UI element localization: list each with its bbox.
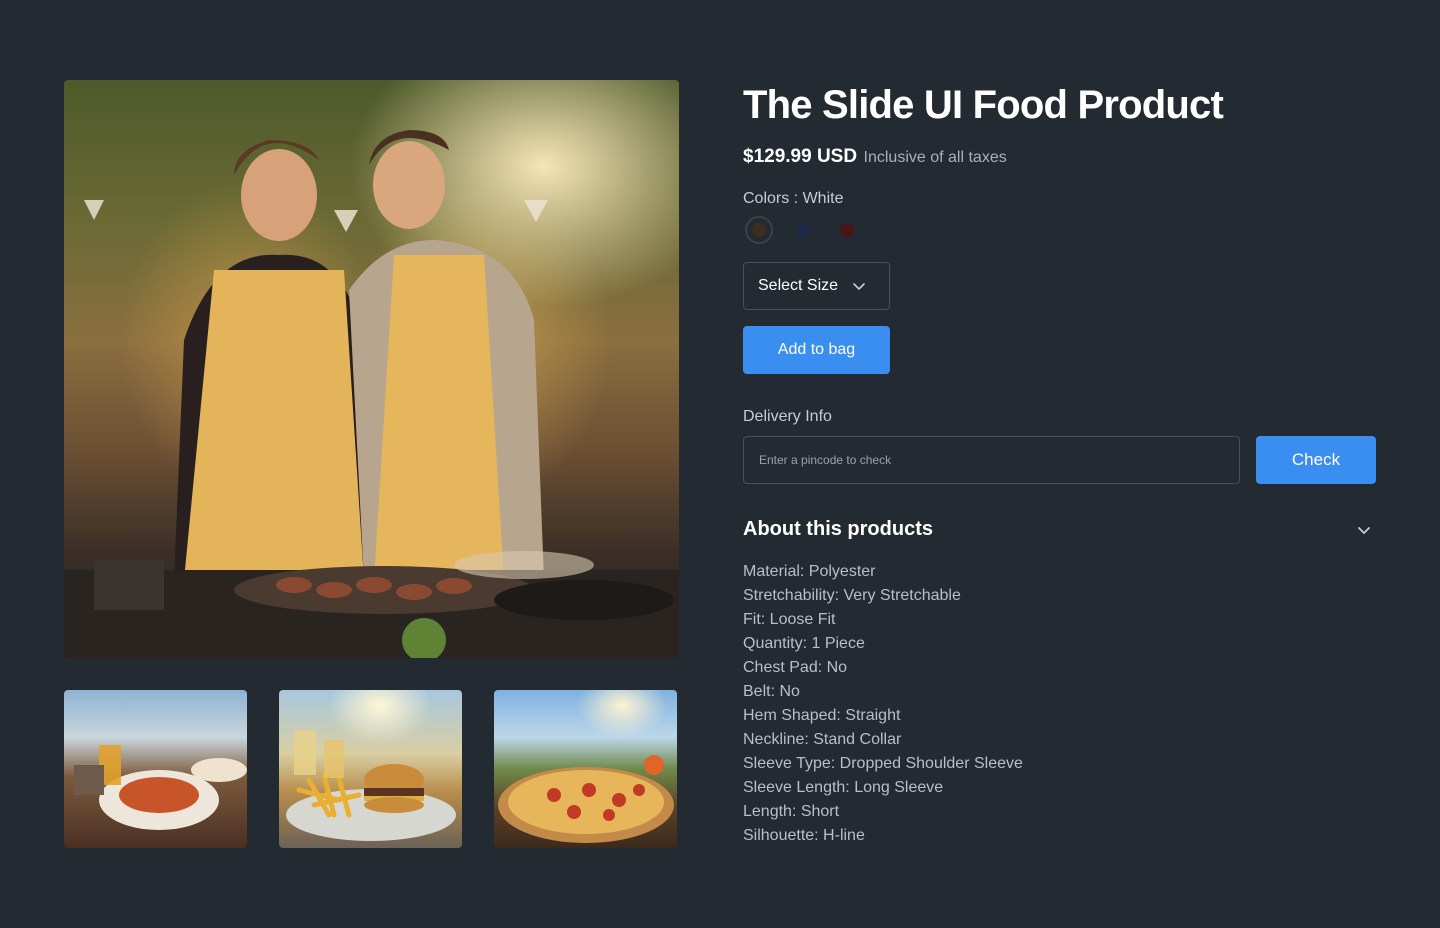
spec-item: Sleeve Length: Long Sleeve [743,779,944,796]
product-price: $129.99 USD [743,146,858,167]
color-swatch-maroon[interactable] [833,216,861,244]
chevron-down-icon [853,283,865,290]
spec-item: Belt: No [743,683,800,700]
product-page: The Slide UI Food Product $129.99 USD In… [0,0,1440,928]
price-row: $129.99 USD Inclusive of all taxes [743,146,1007,168]
spec-item: Neckline: Stand Collar [743,731,902,748]
color-swatch-navy[interactable] [789,216,817,244]
spec-item: Material: Polyester [743,563,876,580]
size-select-label: Select Size [758,277,839,294]
pincode-input[interactable] [743,436,1240,484]
chevron-down-icon[interactable] [1354,520,1374,540]
about-title: About this products [743,518,933,540]
check-button[interactable]: Check [1256,436,1376,484]
color-swatches [745,216,861,244]
size-select[interactable]: Select Size [743,262,890,310]
colors-label: Colors : White [743,190,844,207]
delivery-info-label: Delivery Info [743,408,832,425]
spec-item: Sleeve Type: Dropped Shoulder Sleeve [743,755,1023,772]
spec-item: Length: Short [743,803,840,820]
spec-item: Stretchability: Very Stretchable [743,587,961,604]
tax-note: Inclusive of all taxes [863,149,1007,166]
product-title: The Slide UI Food Product [743,83,1224,127]
spec-item: Hem Shaped: Straight [743,707,901,724]
main-product-image [64,80,679,658]
spec-item: Fit: Loose Fit [743,611,836,628]
spec-list: Material: Polyester Stretchability: Very… [743,560,1023,848]
spec-item: Silhouette: H-line [743,827,865,844]
spec-item: Quantity: 1 Piece [743,635,865,652]
color-swatch-selected[interactable] [745,216,773,244]
thumbnail-pizza[interactable] [494,690,677,848]
thumbnail-food-table[interactable] [64,690,247,848]
thumbnail-burger-fries[interactable] [279,690,462,848]
add-to-bag-button[interactable]: Add to bag [743,326,890,374]
spec-item: Chest Pad: No [743,659,848,676]
